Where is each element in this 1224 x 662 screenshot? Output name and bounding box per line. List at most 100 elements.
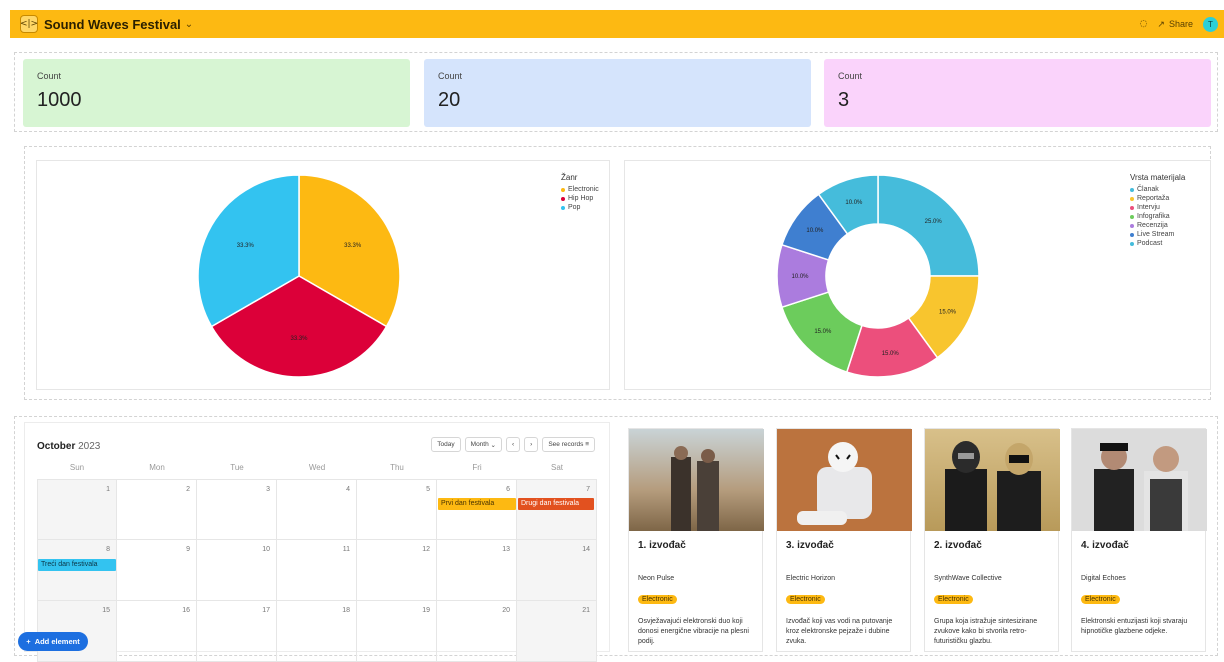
material-legend: Vrsta materijala Članak Reportaža Intervju… (1130, 173, 1185, 248)
material-chart-panel[interactable]: 25.0% 15.0% 15.0% 15.0% 10.0% 10.0% 10.0% Vrst… (624, 160, 1211, 390)
stat-value: 3 (838, 89, 850, 111)
calendar-event[interactable]: Drugi dan festivala (518, 498, 594, 510)
legend-item[interactable]: Pop (561, 203, 599, 212)
legend-item[interactable]: Recenzija (1130, 221, 1185, 230)
data-label: 33.3% (237, 243, 255, 249)
calendar-day[interactable]: 11 (277, 540, 357, 601)
day-number: 4 (346, 486, 350, 493)
artist-description: Grupa koja istražuje sintesizirane zvuko… (934, 618, 1038, 645)
weekday-sat: Sat (550, 463, 563, 472)
calendar-day[interactable]: 3 (197, 479, 277, 540)
next-month-button[interactable]: › (524, 437, 539, 452)
data-label: 33.3% (344, 243, 362, 249)
calendar-year: 2023 (78, 441, 101, 452)
calendar-day[interactable]: 19 (357, 601, 437, 662)
artist-name: Neon Pulse (638, 575, 675, 582)
legend-item[interactable]: Reportaža (1130, 194, 1185, 203)
legend-label: Intervju (1137, 204, 1160, 211)
slice-članak[interactable] (877, 174, 980, 277)
calendar-day[interactable]: 9 (117, 540, 197, 601)
day-number: 8 (106, 546, 110, 553)
legend-item[interactable]: Hip Hop (561, 194, 599, 203)
legend-item[interactable]: Live Stream (1130, 230, 1185, 239)
calendar-day[interactable]: 10 (197, 540, 277, 601)
genre-pie-chart: 33.3% 33.3% 33.3% (197, 174, 401, 378)
calendar-day[interactable]: 18 (277, 601, 357, 662)
legend-item[interactable]: Članak (1130, 185, 1185, 194)
data-label: 10.0% (845, 200, 863, 206)
artist-card-2[interactable]: 3. izvođač Electric Horizon Electronic I… (776, 428, 912, 652)
calendar-day[interactable]: 21 (517, 601, 597, 662)
weekday-mon: Mon (149, 463, 165, 472)
chevron-down-icon[interactable]: ⌄ (185, 19, 193, 30)
calendar-month: October (37, 441, 76, 452)
calendar-day[interactable]: 17 (197, 601, 277, 662)
day-number: 14 (582, 546, 590, 553)
calendar-event[interactable]: Treći dan festivala (38, 559, 116, 571)
legend-label: Live Stream (1137, 231, 1175, 238)
day-number: 1 (106, 486, 110, 493)
stat-card-2[interactable]: Count 20 (424, 59, 811, 127)
stat-card-1[interactable]: Count 1000 (23, 59, 410, 127)
artist-description: Izvođač koji vas vodi na putovanje kroz … (786, 618, 893, 645)
legend-item[interactable]: Infografika (1130, 212, 1185, 221)
view-select-label: Month (470, 441, 489, 448)
legend-dot (1130, 223, 1134, 228)
calendar-day[interactable]: 20 (437, 601, 517, 662)
calendar-day[interactable]: 4 (277, 479, 357, 540)
stat-value: 1000 (37, 89, 82, 111)
artist-card-1[interactable]: 1. izvođač Neon Pulse Electronic Osvježa… (628, 428, 764, 652)
see-records-button[interactable]: See records ≡ (542, 437, 595, 452)
legend-title: Žanr (561, 173, 578, 182)
legend-item[interactable]: Intervju (1130, 203, 1185, 212)
weekday-sun: Sun (69, 463, 85, 472)
legend-dot (561, 196, 565, 201)
legend-item[interactable]: Podcast (1130, 239, 1185, 248)
add-element-button[interactable]: + Add element (18, 632, 88, 651)
stat-label: Count (838, 71, 863, 81)
calendar-day[interactable]: 5 (357, 479, 437, 540)
genre-chart-panel[interactable]: 33.3% 33.3% 33.3% Žanr Electronic Hip Hop Po… (36, 160, 610, 390)
legend-dot (1130, 214, 1134, 219)
today-button[interactable]: Today (431, 437, 461, 452)
artist-card-3[interactable]: 2. izvođač SynthWave Collective Electron… (924, 428, 1060, 652)
data-label: 15.0% (814, 329, 832, 335)
day-number: 18 (342, 607, 350, 614)
plus-icon: + (26, 637, 31, 646)
legend-dot (561, 205, 565, 210)
legend-label: Hip Hop (568, 195, 594, 202)
view-select[interactable]: Month ⌄ (464, 437, 502, 452)
genre-legend: Žanr Electronic Hip Hop Pop (561, 173, 599, 212)
share-button[interactable]: ↗ Share (1157, 19, 1193, 30)
calendar-day[interactable]: 12 (357, 540, 437, 601)
legend-item[interactable]: Electronic (561, 185, 599, 194)
artist-title: 2. izvođač (934, 540, 982, 551)
calendar-day[interactable]: 1 (37, 479, 117, 540)
bell-icon[interactable]: ◌ (1140, 19, 1148, 29)
app-title[interactable]: Sound Waves Festival (44, 17, 181, 32)
data-label: 15.0% (939, 309, 957, 315)
data-label: 10.0% (791, 274, 809, 280)
weekday-fri: Fri (472, 463, 482, 472)
calendar-day[interactable]: 14 (517, 540, 597, 601)
day-number: 10 (262, 546, 270, 553)
legend-label: Pop (568, 204, 581, 211)
add-element-label: Add element (34, 637, 80, 646)
avatar[interactable]: T (1203, 16, 1218, 32)
day-number: 21 (582, 607, 590, 614)
stat-card-3[interactable]: Count 3 (824, 59, 1211, 127)
calendar-day[interactable]: 13 (437, 540, 517, 601)
calendar-day[interactable]: 2 (117, 479, 197, 540)
artist-card-4[interactable]: 4. izvođač Digital Echoes Electronic Ele… (1071, 428, 1207, 652)
day-number: 19 (422, 607, 430, 614)
artist-description: Osvježavajući elektronski duo koji donos… (638, 618, 749, 645)
calendar-day[interactable]: 16 (117, 601, 197, 662)
weekday-thu: Thu (390, 463, 404, 472)
day-number: 2 (186, 486, 190, 493)
app-icon[interactable]: <|> (20, 15, 38, 33)
prev-month-button[interactable]: ‹ (506, 437, 521, 452)
data-label: 10.0% (806, 228, 824, 234)
legend-label: Podcast (1137, 240, 1163, 247)
data-label: 33.3% (290, 336, 308, 342)
calendar-event[interactable]: Prvi dan festivala (438, 498, 516, 510)
